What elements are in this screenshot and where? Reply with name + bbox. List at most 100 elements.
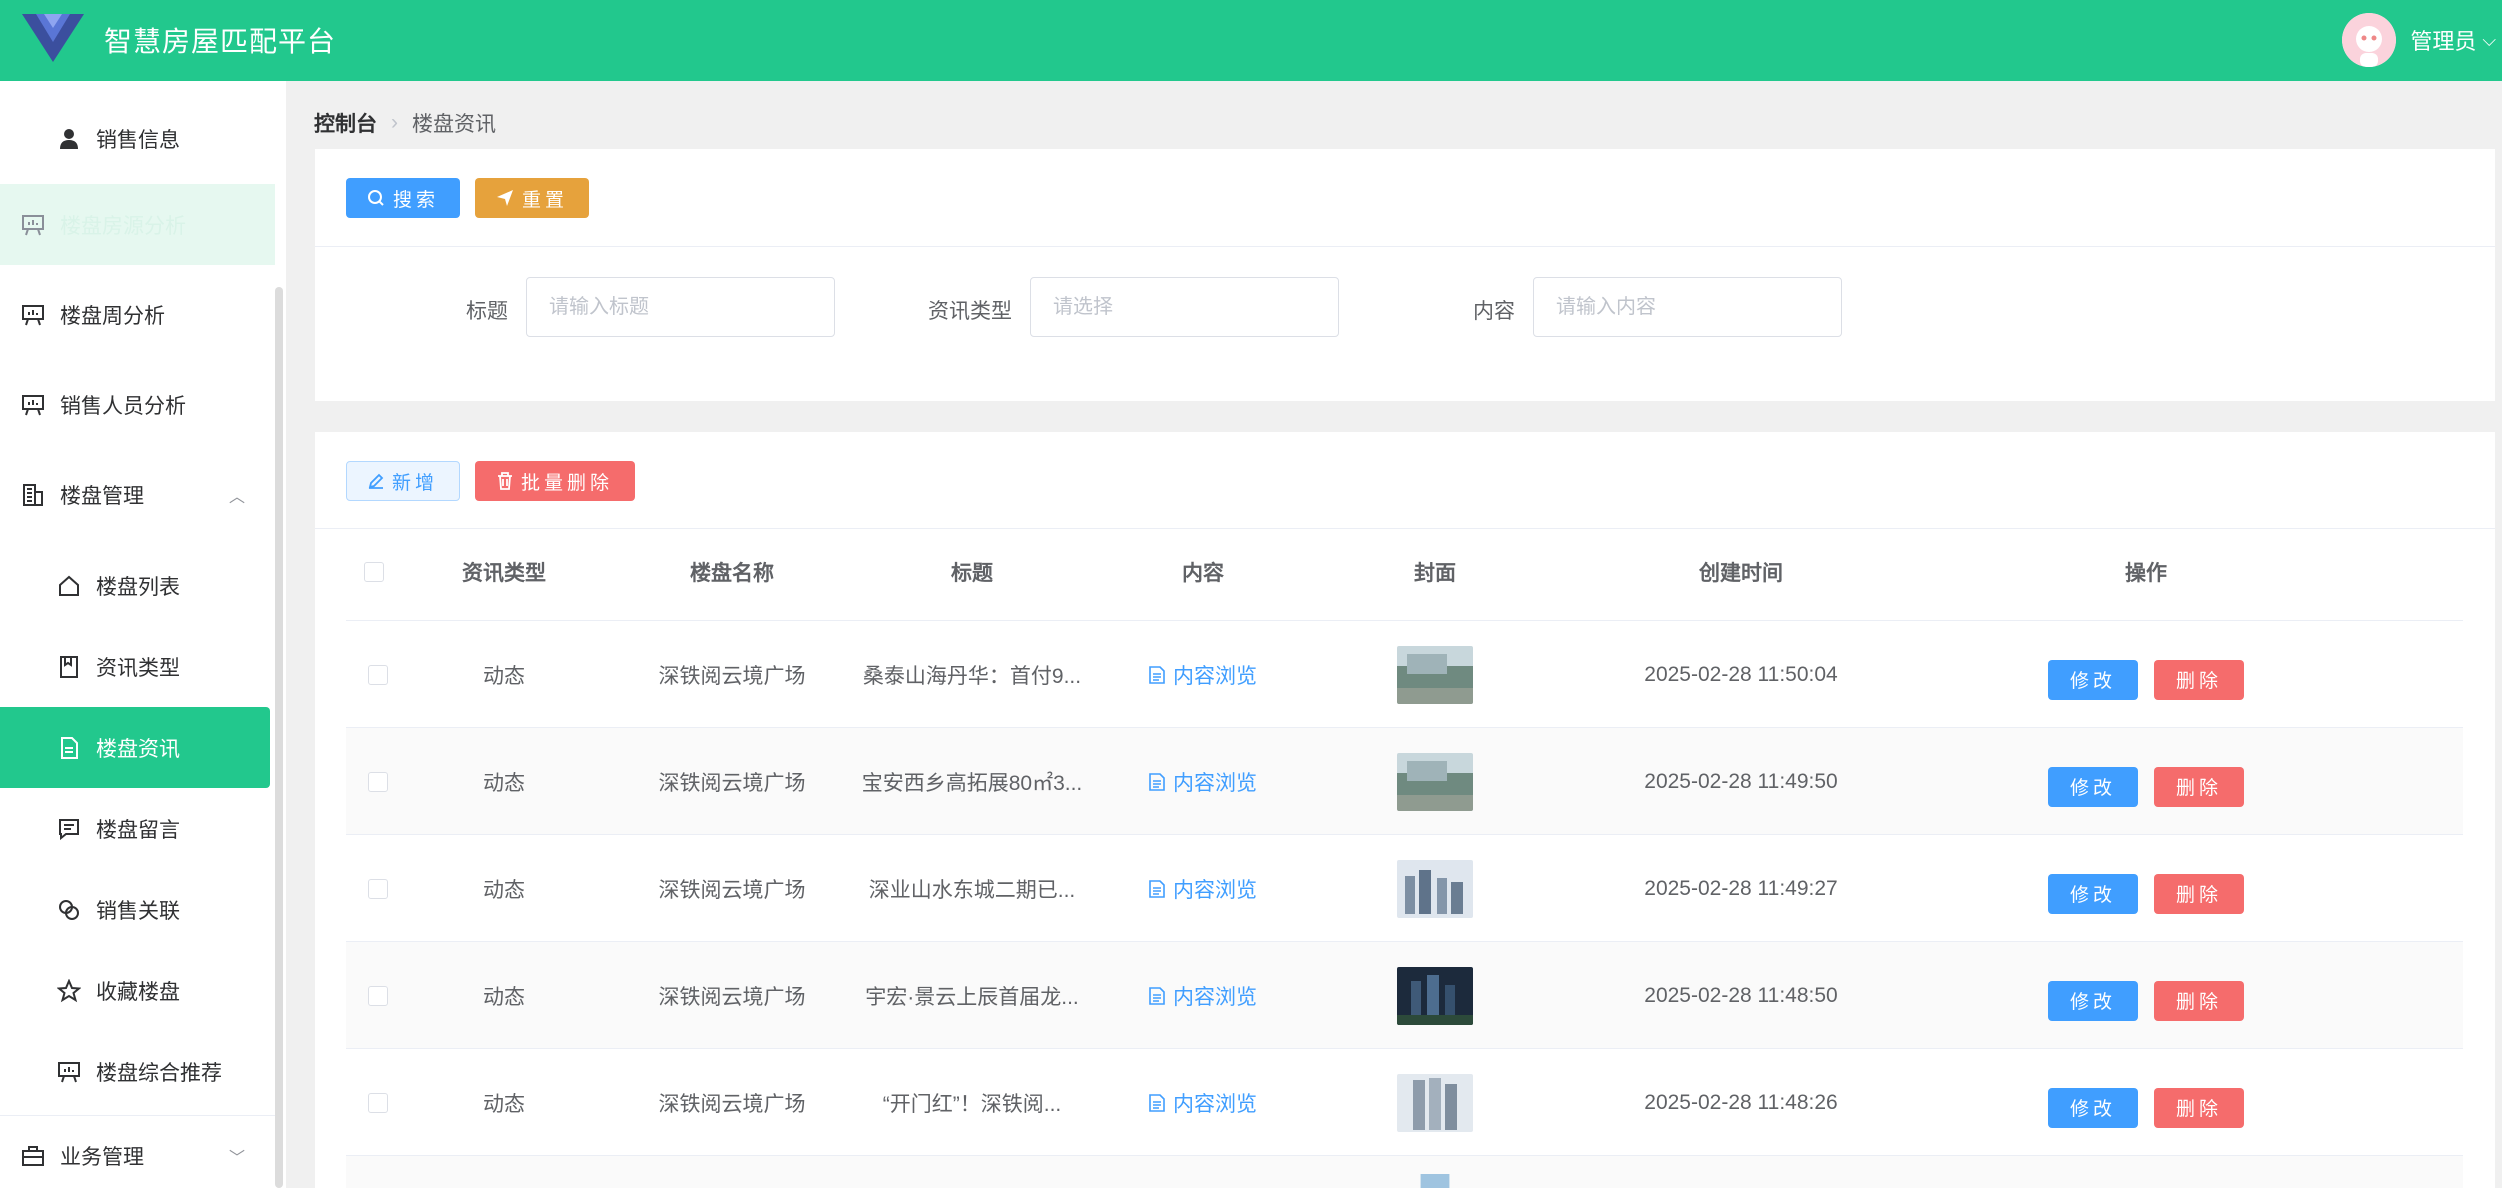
sidebar-item-sales-relation[interactable]: 销售关联 — [0, 869, 275, 950]
content-view-link[interactable]: 内容浏览 — [1149, 1088, 1257, 1118]
content-view-link[interactable]: 内容浏览 — [1149, 874, 1257, 904]
sidebar-item-building-list[interactable]: 楼盘列表 — [0, 545, 275, 626]
chevron-down-icon: ﹀ — [228, 1150, 245, 1167]
logo-icon — [22, 14, 84, 62]
document-icon — [1149, 772, 1165, 791]
sidebar-item-label: 楼盘留言 — [96, 818, 180, 842]
add-button[interactable]: 新增 — [346, 461, 460, 501]
edit-button[interactable]: 修改 — [2048, 659, 2138, 700]
header-cover[interactable]: 封面 — [1319, 522, 1551, 621]
content-view-label: 内容浏览 — [1173, 664, 1257, 688]
sidebar-item-label: 业务管理 — [60, 1146, 144, 1169]
cell-created-time: 2025-02-28 11:48:26 — [1644, 1090, 1838, 1114]
star-icon — [56, 978, 82, 1004]
edit-button[interactable]: 修改 — [2048, 873, 2138, 914]
header-news-type[interactable]: 资讯类型 — [401, 522, 607, 621]
content-view-link[interactable]: 内容浏览 — [1149, 981, 1257, 1011]
sidebar-item-favorite-buildings[interactable]: 收藏楼盘 — [0, 950, 275, 1031]
edit-button[interactable]: 修改 — [2048, 980, 2138, 1021]
cover-image[interactable] — [1397, 1174, 1473, 1188]
delete-button[interactable]: 删除 — [2154, 873, 2244, 914]
sidebar-item-weekly-analysis[interactable]: 楼盘周分析 — [0, 274, 275, 355]
cover-image[interactable] — [1397, 752, 1473, 811]
row-checkbox[interactable] — [368, 771, 388, 792]
cell-created-time: 2025-02-28 11:49:50 — [1644, 769, 1838, 793]
sidebar-item-label: 收藏楼盘 — [96, 980, 180, 1004]
content-label: 内容 — [1473, 300, 1515, 323]
edit-button[interactable]: 修改 — [2048, 766, 2138, 807]
edit-button[interactable]: 修改 — [2048, 1087, 2138, 1128]
table-row: 动态 深铁阅云境广场 宝安西乡高拓展80㎡3... 内容浏览 2025-02-2… — [346, 728, 2463, 835]
sidebar-item-building-analysis[interactable]: 楼盘房源分析 — [0, 184, 275, 265]
presentation-icon — [20, 392, 46, 418]
cell-news-type: 动态 — [483, 1092, 525, 1116]
document-icon — [1149, 986, 1165, 1005]
row-checkbox[interactable] — [368, 878, 388, 899]
presentation-icon — [20, 212, 46, 238]
cell-actions: 修改 删除 — [1931, 1049, 2361, 1156]
sidebar-item-label: 楼盘房源分析 — [60, 214, 186, 238]
cell-title: 宇宏·景云上辰首届龙... — [865, 985, 1079, 1009]
title-input[interactable] — [526, 277, 835, 337]
search-button-label: 搜索 — [392, 189, 439, 211]
header-building-name[interactable]: 楼盘名称 — [607, 522, 857, 621]
cover-image[interactable] — [1397, 966, 1473, 1025]
cell-actions: 修改 删除 — [1931, 835, 2361, 942]
table-header: 资讯类型 楼盘名称 标题 内容 封面 创建时间 操作 — [346, 522, 2463, 621]
sidebar-item-building-messages[interactable]: 楼盘留言 — [0, 788, 275, 869]
office-building-icon — [20, 482, 46, 508]
divider — [315, 246, 2495, 247]
chat-icon — [56, 816, 82, 842]
cell-created-time: 2025-02-28 11:49:27 — [1644, 876, 1838, 900]
cell-news-type: 动态 — [483, 771, 525, 795]
sidebar-item-building-news[interactable]: 楼盘资讯 — [0, 707, 270, 788]
table-row: 动态 深铁阅云境广场 宇宏·景云上辰首届龙... 内容浏览 2025-02-28… — [346, 942, 2463, 1049]
header-created-time[interactable]: 创建时间 — [1551, 522, 1931, 621]
select-all-checkbox[interactable] — [363, 561, 384, 582]
avatar-icon — [2342, 13, 2397, 67]
delete-button[interactable]: 删除 — [2154, 980, 2244, 1021]
cell-actions: 修改 删除 — [1931, 621, 2361, 728]
content-view-link[interactable]: 内容浏览 — [1149, 660, 1257, 690]
content-input[interactable] — [1533, 277, 1842, 337]
cover-image[interactable] — [1397, 1073, 1473, 1132]
header-content[interactable]: 内容 — [1087, 522, 1319, 621]
sidebar-scrollbar[interactable] — [275, 287, 283, 1188]
delete-button[interactable]: 删除 — [2154, 1087, 2244, 1128]
reset-button[interactable]: 重置 — [475, 178, 589, 218]
sidebar-group-business-management[interactable]: 业务管理 ﹀ — [0, 1115, 275, 1188]
sidebar-item-sales-info[interactable]: 销售信息 — [0, 98, 275, 179]
news-type-select[interactable] — [1030, 277, 1339, 337]
search-button[interactable]: 搜索 — [346, 178, 460, 218]
cover-image[interactable] — [1397, 859, 1473, 918]
batch-delete-button[interactable]: 批量删除 — [475, 461, 635, 501]
breadcrumb-root[interactable]: 控制台 — [314, 108, 377, 138]
cell-cover — [1319, 1156, 1551, 1188]
sidebar-group-building-management[interactable]: 楼盘管理 ︿ — [0, 454, 275, 535]
header-title[interactable]: 标题 — [857, 522, 1087, 621]
cell-news-type: 动态 — [483, 985, 525, 1009]
avatar[interactable] — [2342, 13, 2397, 67]
cell-content: 内容浏览 — [1087, 942, 1319, 1049]
chevron-down-icon[interactable]: ⌵ — [2482, 30, 2496, 51]
sidebar-item-label: 销售信息 — [96, 128, 180, 152]
sidebar-item-label: 资讯类型 — [96, 656, 180, 680]
content-view-link[interactable]: 内容浏览 — [1149, 767, 1257, 797]
row-checkbox[interactable] — [368, 985, 388, 1006]
cell-cover — [1319, 835, 1551, 942]
cell-building-name: 深铁阅云境广场 — [658, 664, 806, 688]
edit-icon — [368, 473, 384, 489]
cell-content: 内容浏览 — [1087, 835, 1319, 942]
sidebar-item-recommendation[interactable]: 楼盘综合推荐 — [0, 1031, 275, 1112]
user-name[interactable]: 管理员 — [2410, 24, 2476, 56]
delete-button[interactable]: 删除 — [2154, 659, 2244, 700]
sidebar-item-news-type[interactable]: 资讯类型 — [0, 626, 275, 707]
user-menu[interactable]: 管理员 ⌵ — [2342, 10, 2502, 70]
row-checkbox[interactable] — [368, 1092, 388, 1113]
cell-building-name: 深铁阅云境广场 — [658, 878, 806, 902]
cover-image[interactable] — [1397, 645, 1473, 704]
sidebar-item-sales-staff-analysis[interactable]: 销售人员分析 — [0, 364, 275, 445]
delete-button[interactable]: 删除 — [2154, 766, 2244, 807]
row-checkbox[interactable] — [368, 664, 388, 685]
cell-content: 内容浏览 — [1087, 1049, 1319, 1156]
